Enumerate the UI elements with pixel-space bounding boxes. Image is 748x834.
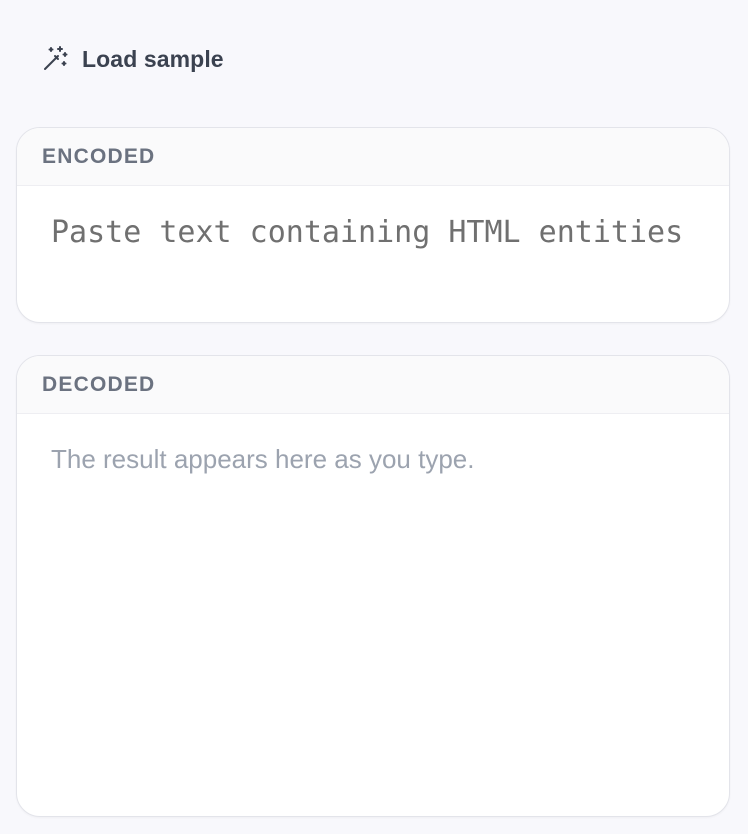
encoded-panel-header: ENCODED — [17, 128, 729, 186]
decoded-panel: DECODED The result appears here as you t… — [16, 355, 730, 817]
decoded-panel-header: DECODED — [17, 356, 729, 414]
decoded-placeholder: The result appears here as you type. — [51, 444, 475, 474]
magic-wand-icon — [40, 44, 70, 74]
decoded-output: The result appears here as you type. — [17, 414, 729, 504]
encoded-header-label: ENCODED — [42, 144, 156, 168]
decoded-header-label: DECODED — [42, 372, 156, 396]
load-sample-button[interactable]: Load sample — [40, 40, 224, 78]
encoded-panel: ENCODED — [16, 127, 730, 323]
load-sample-label: Load sample — [82, 45, 224, 72]
encoded-input[interactable] — [17, 186, 729, 322]
